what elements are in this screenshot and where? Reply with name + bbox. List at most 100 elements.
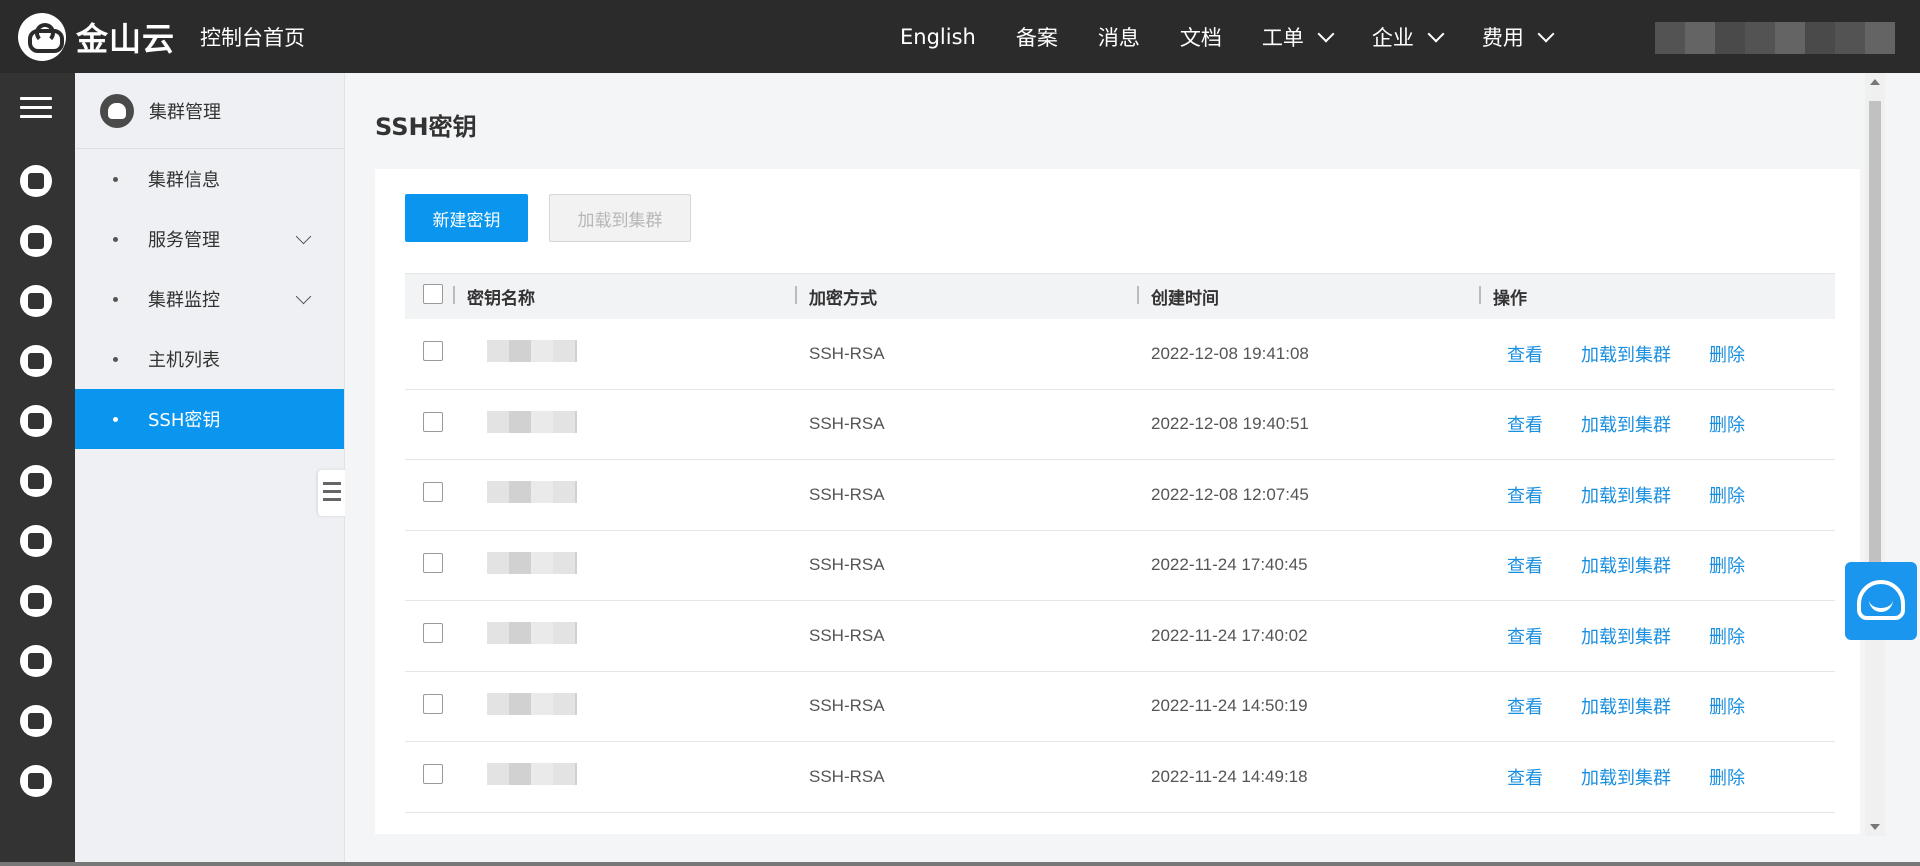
topnav-item[interactable]: 工单 bbox=[1262, 22, 1335, 52]
encryption-cell: SSH-RSA bbox=[809, 555, 885, 575]
view-link[interactable]: 查看 bbox=[1507, 486, 1543, 507]
actions-cell: 查看 加载到集群 删除 bbox=[1493, 764, 1835, 790]
server-icon[interactable] bbox=[20, 345, 52, 377]
encryption-cell: SSH-RSA bbox=[809, 625, 885, 645]
chevron-down-icon[interactable] bbox=[295, 288, 312, 305]
layers-icon[interactable] bbox=[20, 585, 52, 617]
main-content: SSH密钥 新建密钥 加载到集群 密钥名称 加密方式 创建时间 操作 SSH-R… bbox=[345, 73, 1920, 866]
sidebar-header: 集群管理 bbox=[75, 73, 344, 149]
storage-icon[interactable] bbox=[20, 285, 52, 317]
row-checkbox[interactable] bbox=[423, 482, 443, 503]
ssh-key-table: 密钥名称 加密方式 创建时间 操作 SSH-RSA 2022-12-08 19:4… bbox=[405, 273, 1835, 813]
scroll-down-arrow-icon[interactable] bbox=[1870, 824, 1880, 830]
delete-link[interactable]: 删除 bbox=[1709, 627, 1745, 648]
row-checkbox[interactable] bbox=[423, 411, 443, 432]
created-time-cell: 2022-12-08 19:40:51 bbox=[1151, 414, 1309, 434]
encryption-cell: SSH-RSA bbox=[809, 696, 885, 716]
encryption-cell: SSH-RSA bbox=[809, 484, 885, 504]
hamburger-menu-icon[interactable] bbox=[20, 97, 52, 119]
topnav-item[interactable]: 备案 bbox=[1016, 22, 1058, 52]
row-checkbox[interactable] bbox=[423, 552, 443, 573]
delete-link[interactable]: 删除 bbox=[1709, 415, 1745, 436]
new-key-button[interactable]: 新建密钥 bbox=[405, 194, 528, 242]
view-link[interactable]: 查看 bbox=[1507, 697, 1543, 718]
view-link[interactable]: 查看 bbox=[1507, 627, 1543, 648]
sidebar-item[interactable]: SSH密钥 bbox=[75, 389, 344, 449]
delete-link[interactable]: 删除 bbox=[1709, 486, 1745, 507]
sidebar-item[interactable]: 集群监控 bbox=[75, 269, 344, 329]
scroll-thumb[interactable] bbox=[1869, 101, 1881, 601]
actions-cell: 查看 加载到集群 删除 bbox=[1493, 411, 1835, 437]
collapse-sidebar-icon[interactable] bbox=[318, 470, 345, 516]
load-to-cluster-link[interactable]: 加载到集群 bbox=[1581, 415, 1671, 436]
page-scrollbar[interactable] bbox=[1865, 73, 1885, 836]
cloud-monitor-icon[interactable] bbox=[20, 525, 52, 557]
delete-link[interactable]: 删除 bbox=[1709, 697, 1745, 718]
sidebar-item[interactable]: 集群信息 bbox=[75, 149, 344, 209]
bullet-dot-icon bbox=[113, 236, 118, 242]
topnav-item-label: 消息 bbox=[1097, 25, 1140, 50]
encryption-cell: SSH-RSA bbox=[809, 766, 885, 786]
row-checkbox[interactable] bbox=[423, 693, 443, 714]
brand-name: 金山云 bbox=[76, 20, 176, 58]
topnav-item[interactable]: 文档 bbox=[1180, 22, 1222, 52]
cloud-upload-icon[interactable] bbox=[20, 645, 52, 677]
dashboard-icon[interactable] bbox=[20, 405, 52, 437]
key-name-redacted bbox=[487, 551, 577, 574]
key-name-redacted bbox=[487, 481, 577, 504]
select-all-checkbox[interactable] bbox=[423, 284, 443, 304]
created-time-cell: 2022-11-24 17:40:45 bbox=[1151, 555, 1308, 575]
network-topology-icon[interactable] bbox=[20, 465, 52, 497]
brand-logo[interactable]: 金山云 bbox=[18, 12, 175, 62]
row-checkbox[interactable] bbox=[423, 764, 443, 785]
load-to-cluster-link[interactable]: 加载到集群 bbox=[1581, 486, 1671, 507]
elephant-icon bbox=[100, 93, 134, 128]
delete-link[interactable]: 删除 bbox=[1709, 556, 1745, 577]
actions-cell: 查看 加载到集群 删除 bbox=[1493, 552, 1835, 578]
key-name-redacted bbox=[487, 622, 577, 645]
id-card-icon[interactable] bbox=[20, 765, 52, 797]
delete-link[interactable]: 删除 bbox=[1709, 345, 1745, 366]
key-name-redacted bbox=[487, 340, 577, 363]
load-to-cluster-link[interactable]: 加载到集群 bbox=[1581, 768, 1671, 789]
mail-icon[interactable] bbox=[20, 705, 52, 737]
table-row: SSH-RSA 2022-11-24 17:40:45 查看 加载到集群 删除 bbox=[405, 531, 1835, 601]
topnav-item[interactable]: English bbox=[900, 25, 976, 49]
topnav-item[interactable]: 消息 bbox=[1098, 22, 1140, 52]
hadoop-service-icon[interactable] bbox=[20, 165, 52, 197]
row-checkbox[interactable] bbox=[423, 341, 443, 362]
created-time-cell: 2022-11-24 14:49:18 bbox=[1151, 766, 1308, 786]
topnav-item[interactable]: 费用 bbox=[1482, 22, 1555, 52]
database-icon[interactable] bbox=[20, 225, 52, 257]
topnav-item-label: 备案 bbox=[1015, 25, 1058, 50]
view-link[interactable]: 查看 bbox=[1507, 345, 1543, 366]
load-to-cluster-link[interactable]: 加载到集群 bbox=[1581, 697, 1671, 718]
load-to-cluster-link[interactable]: 加载到集群 bbox=[1581, 627, 1671, 648]
scroll-up-arrow-icon[interactable] bbox=[1870, 79, 1880, 85]
load-to-cluster-link[interactable]: 加载到集群 bbox=[1581, 345, 1671, 366]
view-link[interactable]: 查看 bbox=[1507, 768, 1543, 789]
load-to-cluster-button[interactable]: 加载到集群 bbox=[549, 194, 691, 242]
table-row: SSH-RSA 2022-11-24 14:50:19 查看 加载到集群 删除 bbox=[405, 672, 1835, 742]
created-time-cell: 2022-12-08 12:07:45 bbox=[1151, 484, 1309, 504]
table-row: SSH-RSA 2022-11-24 14:49:18 查看 加载到集群 删除 bbox=[405, 742, 1835, 813]
customer-service-button[interactable] bbox=[1845, 562, 1917, 640]
row-checkbox[interactable] bbox=[423, 623, 443, 644]
cluster-sidebar: 集群管理 集群信息 服务管理 集群监控 主机列表 SSH密钥 bbox=[75, 73, 345, 866]
chevron-down-icon[interactable] bbox=[295, 228, 312, 245]
load-to-cluster-link[interactable]: 加载到集群 bbox=[1581, 556, 1671, 577]
sidebar-item-label: SSH密钥 bbox=[148, 410, 221, 431]
topnav-item-label: English bbox=[900, 24, 976, 49]
delete-link[interactable]: 删除 bbox=[1709, 768, 1745, 789]
bullet-dot-icon bbox=[113, 416, 118, 422]
view-link[interactable]: 查看 bbox=[1507, 415, 1543, 436]
sidebar-item[interactable]: 主机列表 bbox=[75, 329, 344, 389]
table-row: SSH-RSA 2022-12-08 19:41:08 查看 加载到集群 删除 bbox=[405, 319, 1835, 390]
user-account-area[interactable] bbox=[1655, 22, 1895, 54]
key-name-redacted bbox=[487, 692, 577, 715]
sidebar-item[interactable]: 服务管理 bbox=[75, 209, 344, 269]
console-home-link[interactable]: 控制台首页 bbox=[200, 22, 305, 52]
actions-cell: 查看 加载到集群 删除 bbox=[1493, 693, 1835, 719]
view-link[interactable]: 查看 bbox=[1507, 556, 1543, 577]
topnav-item[interactable]: 企业 bbox=[1372, 22, 1445, 52]
